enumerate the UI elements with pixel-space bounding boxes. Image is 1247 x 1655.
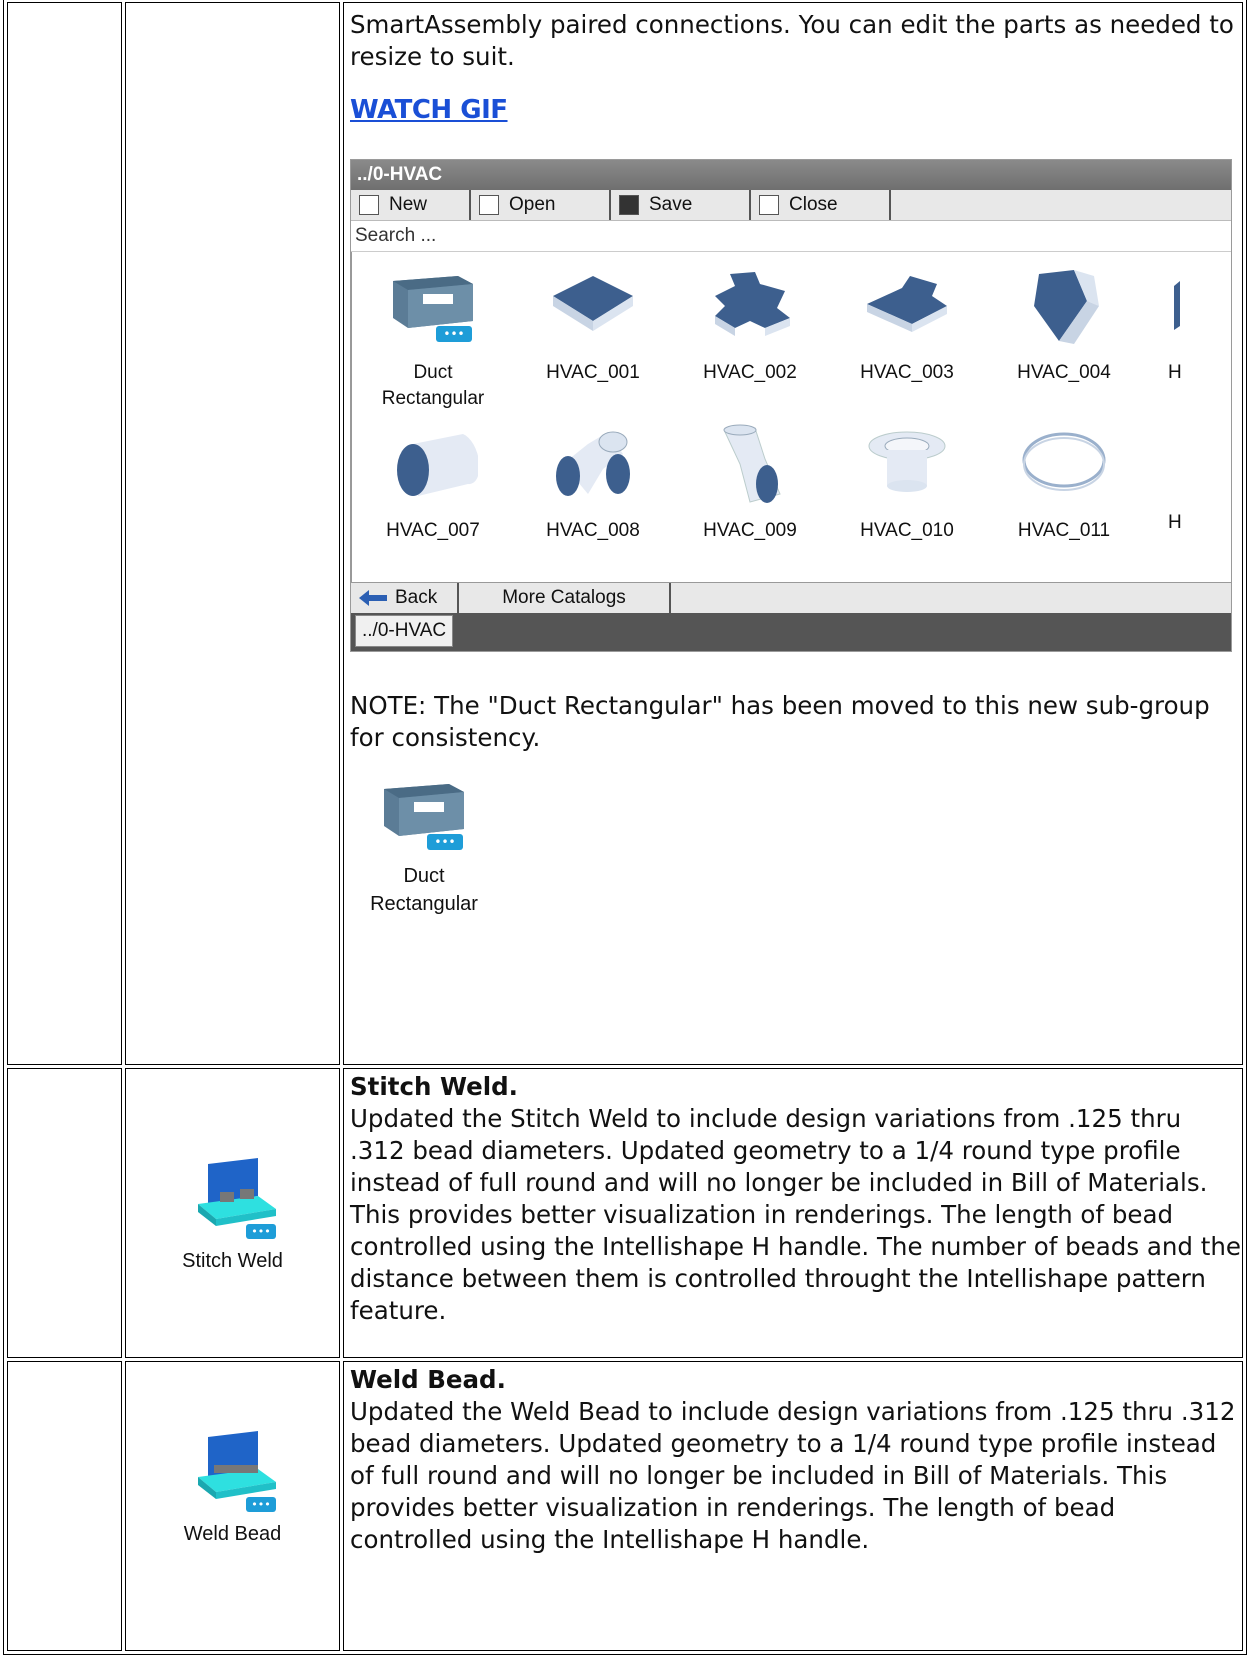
intro-text: SmartAssembly paired connections. You ca… (350, 10, 1234, 71)
table-row: ••• Stitch Weld Stitch Weld. Updated the… (7, 1068, 1243, 1358)
catalog-bottom-bar: Back More Catalogs (351, 582, 1231, 613)
watch-gif-link[interactable]: WATCH GIF (350, 95, 508, 125)
svg-text:•••: ••• (434, 835, 455, 849)
empty-cell (7, 1361, 122, 1651)
hvac-011-icon (1022, 432, 1106, 491)
duct-label-line1: Duct (403, 865, 445, 887)
icon-cell: ••• Stitch Weld (125, 1068, 340, 1358)
catalog-item-hvac-001[interactable]: HVAC_001 (518, 266, 668, 386)
item-label: Duct Rectangular (381, 362, 485, 409)
hvac-009-icon (723, 424, 781, 503)
catalog-title: ../0-HVAC (351, 160, 1231, 190)
save-button[interactable]: Save (611, 190, 751, 220)
catalog-item-hvac-007[interactable]: HVAC_007 (358, 424, 508, 544)
description-cell: Weld Bead. Updated the Weld Bead to incl… (343, 1361, 1243, 1651)
close-button[interactable]: Close (751, 190, 891, 220)
partial-item-icon (1174, 281, 1180, 330)
catalog-tab-strip: ../0-HVAC (351, 613, 1231, 651)
svg-text:•••: ••• (251, 1225, 270, 1238)
item-label: H (1168, 362, 1182, 383)
close-icon (759, 195, 779, 215)
catalog-item-duct-rectangular[interactable]: ••• Duct Rectangular (358, 266, 508, 412)
catalog-toolbar: New Open Save Close (351, 190, 1231, 221)
hvac-003-icon (867, 276, 947, 332)
weld-bead-item: ••• Weld Bead (126, 1427, 339, 1546)
catalog-grid: ••• Duct Rectangular HVAC_001 HVAC_002 H… (351, 252, 1231, 582)
open-icon (479, 195, 499, 215)
table-row: SmartAssembly paired connections. You ca… (7, 2, 1243, 1065)
duct-rectangular-item: ••• Duct Rectangular (354, 774, 494, 918)
weld-bead-icon: ••• (197, 1430, 276, 1512)
item-label: HVAC_009 (703, 520, 797, 541)
search-input[interactable]: Search ... (351, 221, 1231, 252)
duct-label-line2: Rectangular (370, 893, 478, 915)
svg-text:•••: ••• (251, 1498, 270, 1511)
new-button[interactable]: New (351, 190, 471, 220)
back-label: Back (395, 587, 438, 608)
hvac-010-icon (868, 431, 946, 492)
save-icon (619, 195, 639, 215)
tab-hvac[interactable]: ../0-HVAC (355, 615, 454, 647)
stitch-weld-icon: ••• (197, 1157, 276, 1239)
item-label: HVAC_002 (703, 362, 797, 383)
catalog-item-hvac-008[interactable]: HVAC_008 (518, 424, 668, 544)
weld-bead-label: Weld Bead (183, 1522, 282, 1545)
open-label: Open (509, 194, 556, 215)
more-catalogs-button[interactable]: More Catalogs (459, 583, 671, 613)
catalog-item-hvac-010[interactable]: HVAC_010 (832, 424, 982, 544)
item-label: HVAC_001 (546, 362, 640, 383)
empty-cell (125, 2, 340, 1065)
duct-rectangular-icon: ••• (384, 784, 464, 850)
catalog-item-partial[interactable]: H (1146, 266, 1186, 386)
more-catalogs-label: More Catalogs (502, 587, 626, 608)
back-arrow-icon (359, 590, 387, 606)
new-label: New (389, 194, 428, 215)
svg-text:•••: ••• (443, 327, 464, 341)
stitch-weld-item: ••• Stitch Weld (126, 1154, 339, 1273)
stitch-weld-label: Stitch Weld (182, 1249, 283, 1272)
hvac-008-icon (556, 431, 630, 496)
hvac-004-icon (1034, 270, 1099, 344)
catalog-item-hvac-002[interactable]: HVAC_002 (675, 266, 825, 386)
save-label: Save (649, 194, 693, 215)
empty-cell (7, 1068, 122, 1358)
catalog-item-hvac-004[interactable]: HVAC_004 (989, 266, 1139, 386)
item-label: HVAC_010 (860, 520, 954, 541)
weld-bead-body: Updated the Weld Bead to include design … (350, 1397, 1236, 1554)
note-text: NOTE: The "Duct Rectangular" has been mo… (350, 691, 1210, 752)
item-label: HVAC_003 (860, 362, 954, 383)
description-cell: SmartAssembly paired connections. You ca… (343, 2, 1243, 1065)
description-cell: Stitch Weld. Updated the Stitch Weld to … (343, 1068, 1243, 1358)
hvac-007-icon (397, 434, 480, 496)
open-button[interactable]: Open (471, 190, 611, 220)
catalog-item-hvac-003[interactable]: HVAC_003 (832, 266, 982, 386)
empty-cell (7, 2, 122, 1065)
release-notes-table: SmartAssembly paired connections. You ca… (3, 0, 1247, 1655)
item-label: HVAC_004 (1017, 362, 1111, 383)
item-label: HVAC_011 (1017, 520, 1111, 541)
table-row: ••• Weld Bead Weld Bead. Updated the Wel… (7, 1361, 1243, 1651)
new-icon (359, 195, 379, 215)
stitch-weld-heading: Stitch Weld. (350, 1072, 518, 1101)
catalog-window: ../0-HVAC New Open Save Close Search ... (350, 159, 1232, 652)
duct-rectangular-icon: ••• (393, 276, 473, 342)
back-button[interactable]: Back (351, 583, 459, 613)
weld-bead-heading: Weld Bead. (350, 1365, 506, 1394)
icon-cell: ••• Weld Bead (125, 1361, 340, 1651)
catalog-item-partial-2[interactable]: H (1146, 424, 1186, 536)
hvac-002-icon (715, 272, 790, 336)
item-label: HVAC_007 (386, 520, 480, 541)
catalog-item-hvac-009[interactable]: HVAC_009 (675, 424, 825, 544)
item-label: H (1168, 512, 1182, 533)
close-label: Close (789, 194, 838, 215)
catalog-item-hvac-011[interactable]: HVAC_011 (989, 424, 1139, 544)
stitch-weld-body: Updated the Stitch Weld to include desig… (350, 1104, 1241, 1325)
item-label: HVAC_008 (546, 520, 640, 541)
hvac-001-icon (553, 276, 633, 331)
